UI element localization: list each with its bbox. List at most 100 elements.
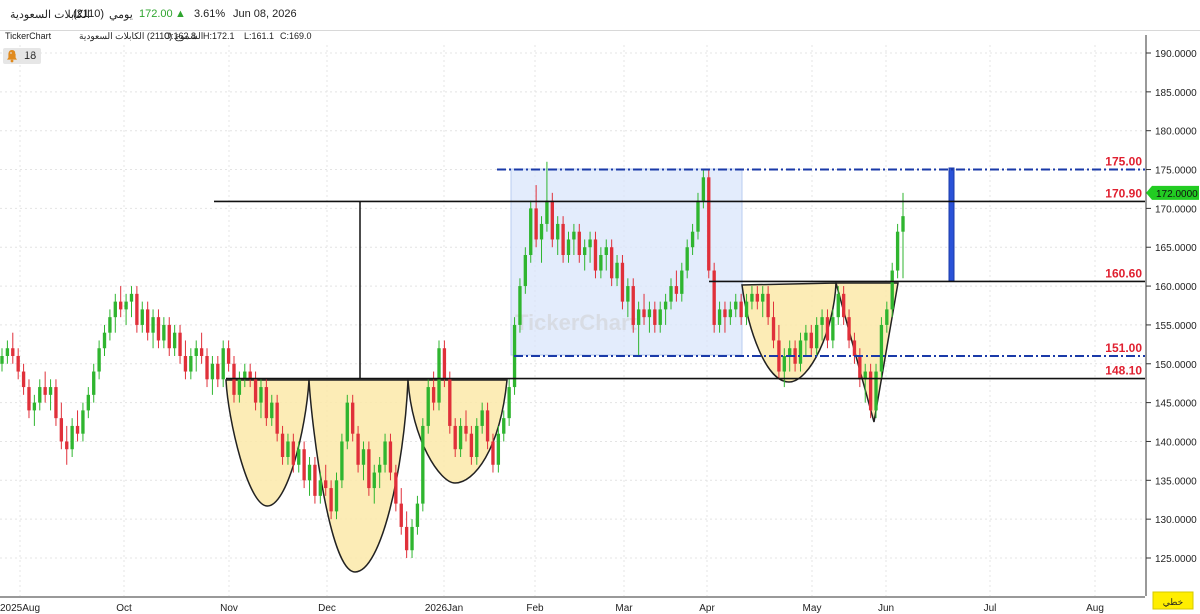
candle-body	[464, 425, 468, 434]
candle-body	[221, 348, 225, 380]
candle-body	[766, 293, 770, 318]
candle-body	[804, 332, 808, 341]
candle-body	[167, 324, 171, 349]
candle-body	[496, 433, 501, 465]
candle-body	[156, 317, 161, 341]
candle-body	[577, 231, 581, 255]
candle-body	[43, 387, 47, 395]
candle-body	[469, 433, 474, 457]
candle-body	[259, 387, 263, 403]
level-label: 160.60	[1105, 266, 1142, 280]
candle-body	[199, 348, 204, 356]
x-tick-label: Oct	[116, 603, 132, 614]
candle-body	[32, 402, 37, 411]
candle-body	[523, 255, 528, 287]
candle-body	[194, 348, 198, 356]
y-tick-label: 175.0000	[1155, 166, 1197, 177]
candle-body	[599, 255, 603, 271]
chart-type-label: خطي	[1163, 597, 1183, 607]
candle-body	[739, 301, 743, 318]
candle-body	[609, 247, 614, 279]
candle-body	[858, 356, 862, 380]
candle-body	[399, 503, 403, 527]
candle-body	[59, 418, 64, 442]
candle-body	[583, 247, 587, 255]
candle-body	[291, 441, 296, 465]
x-tick-label: Jul	[984, 603, 997, 614]
x-tick-label: Mar	[615, 603, 633, 614]
y-tick-label: 180.0000	[1155, 127, 1197, 138]
candle-body	[836, 293, 840, 318]
candle-body	[448, 379, 452, 426]
candle-body	[815, 324, 819, 349]
candle-body	[280, 433, 285, 457]
candle-body	[129, 293, 134, 302]
candle-body	[690, 231, 695, 248]
candle-body	[324, 480, 328, 489]
candle-body	[205, 356, 209, 380]
candle-body	[5, 348, 10, 356]
candle-body	[572, 231, 576, 240]
candle-body	[372, 472, 376, 489]
x-tick-label: Dec	[318, 603, 336, 614]
candle-body	[264, 387, 269, 419]
candle-body	[189, 356, 193, 372]
candle-body	[54, 387, 58, 419]
candle-body	[388, 441, 393, 473]
price-chart[interactable]: TickerChart 175.00 170.90 160.60 151.00 148.…	[0, 0, 1200, 614]
candle-body	[367, 449, 371, 489]
candle-body	[556, 223, 560, 240]
candle-body	[216, 363, 220, 380]
candle-body	[480, 410, 484, 426]
candle-body	[798, 340, 803, 364]
candle-body	[502, 418, 506, 434]
candle-body	[771, 317, 776, 341]
candle-body	[108, 317, 112, 333]
pattern-drawings	[225, 167, 955, 573]
y-tick-label: 130.0000	[1155, 515, 1197, 526]
candle-body	[717, 309, 722, 325]
candle-body	[81, 410, 85, 434]
level-label: 170.90	[1105, 186, 1142, 200]
candle-body	[475, 425, 479, 457]
candle-body	[426, 387, 430, 426]
candle-body	[539, 223, 544, 240]
candle-body	[453, 425, 457, 450]
candle-body	[0, 356, 4, 364]
candle-body	[604, 247, 608, 255]
candle-body	[102, 332, 107, 349]
x-tick-label: May	[803, 603, 822, 614]
chart-type-button[interactable]: خطي	[1152, 591, 1194, 610]
candle-body	[145, 309, 150, 333]
candle-body	[825, 317, 830, 341]
candle-body	[701, 177, 706, 201]
candle-body	[744, 301, 749, 318]
candle-body	[172, 332, 177, 349]
candle-body	[841, 293, 846, 318]
candle-body	[734, 301, 738, 310]
x-tick-label: 2026Jan	[425, 603, 463, 614]
candle-body	[529, 208, 533, 255]
watermark: TickerChart	[515, 310, 638, 335]
candle-body	[593, 239, 598, 271]
candle-body	[852, 340, 857, 356]
candle-body	[868, 371, 873, 411]
candle-body	[351, 402, 355, 434]
candle-body	[415, 503, 420, 527]
candle-body	[458, 425, 463, 450]
candle-body	[302, 449, 306, 481]
candle-body	[723, 309, 727, 318]
candle-body	[334, 480, 339, 512]
measure-bar-right	[948, 167, 955, 282]
candle-body	[642, 309, 646, 318]
candle-body	[92, 371, 96, 395]
candle-body	[70, 425, 74, 450]
candle-body	[313, 464, 317, 496]
candle-body	[113, 301, 117, 318]
candle-body	[162, 324, 166, 341]
candle-body	[631, 286, 635, 325]
y-tick-label: 155.0000	[1155, 321, 1197, 332]
candle-body	[178, 332, 182, 356]
candle-body	[728, 309, 733, 318]
candle-body	[140, 309, 144, 325]
